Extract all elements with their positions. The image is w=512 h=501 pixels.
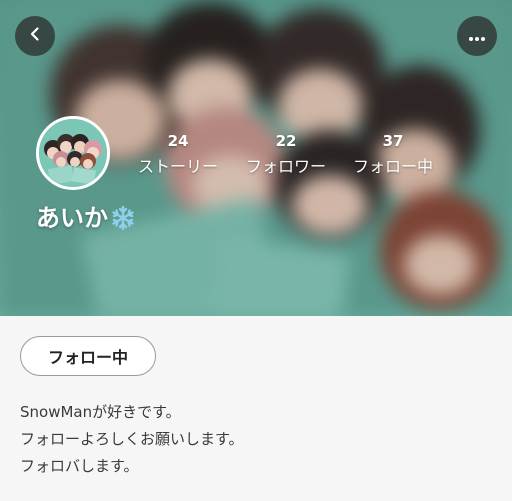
following-count: 37 — [382, 132, 404, 150]
following-label: フォロー中 — [352, 157, 433, 176]
chevron-left-icon — [27, 26, 43, 46]
more-horizontal-icon — [468, 27, 486, 46]
profile-bio: SnowManが好きです。 フォローよろしくお願いします。 フォロバします。 — [20, 399, 244, 480]
stat-following[interactable]: 37 フォロー中 — [343, 132, 443, 178]
username-row: あいか — [36, 201, 136, 235]
bio-line: フォロバします。 — [20, 457, 139, 475]
stories-count: 24 — [167, 132, 189, 150]
following-button[interactable]: フォロー中 — [20, 336, 156, 376]
snowflake-icon — [110, 205, 136, 231]
avatar[interactable] — [36, 116, 110, 190]
stories-label: ストーリー — [137, 157, 218, 176]
followers-label: フォロワー — [245, 157, 326, 176]
username: あいか — [36, 204, 108, 232]
bio-line: SnowManが好きです。 — [20, 403, 181, 421]
followers-count: 22 — [275, 132, 297, 150]
bio-line: フォローよろしくお願いします。 — [20, 430, 244, 448]
stat-stories[interactable]: 24 ストーリー — [128, 132, 228, 178]
back-button[interactable] — [15, 16, 55, 56]
more-options-button[interactable] — [457, 16, 497, 56]
stat-followers[interactable]: 22 フォロワー — [236, 132, 336, 178]
